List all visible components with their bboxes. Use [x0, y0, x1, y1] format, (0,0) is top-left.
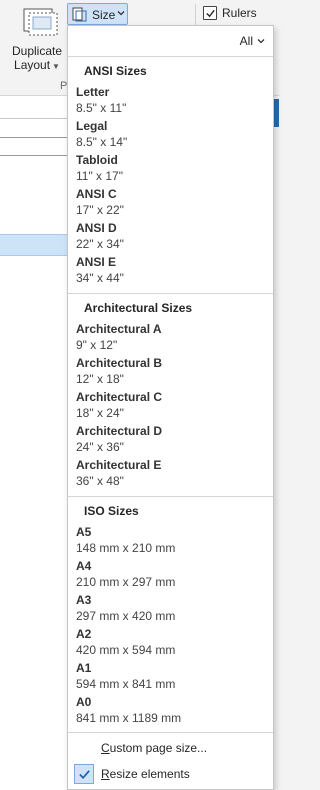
- size-button[interactable]: Size: [67, 3, 128, 25]
- size-item-name: ANSI D: [76, 221, 117, 235]
- filter-label: All: [239, 34, 253, 48]
- size-item-name: Legal: [76, 119, 108, 133]
- size-item-dims: 11" x 17": [76, 169, 123, 183]
- size-item-name: Architectural D: [76, 424, 163, 438]
- size-item-name: Architectural E: [76, 458, 162, 472]
- size-item-legal[interactable]: Legal 8.5" x 14": [76, 119, 266, 153]
- size-item-ansi-d[interactable]: ANSI D 22" x 34": [76, 221, 266, 255]
- chevron-down-icon: [117, 11, 125, 16]
- size-item-dims: 17" x 22": [76, 203, 124, 217]
- size-item-dims: 148 mm x 210 mm: [76, 541, 176, 555]
- size-item-dims: 8.5" x 14": [76, 135, 128, 149]
- duplicate-label-line1: Duplicate: [11, 44, 63, 58]
- size-item-dims: 34" x 44": [76, 271, 124, 285]
- section-header-ansi: ANSI Sizes: [84, 64, 147, 78]
- size-item-name: Architectural C: [76, 390, 163, 404]
- size-item-a2[interactable]: A2 420 mm x 594 mm: [76, 627, 266, 661]
- page-size-icon: [72, 7, 87, 22]
- checkmark-icon: [79, 770, 90, 779]
- menu-filter-bar: All: [68, 26, 273, 56]
- section-header-iso: ISO Sizes: [84, 504, 139, 518]
- size-item-dims: 18" x 24": [76, 406, 124, 420]
- size-item-dims: 210 mm x 297 mm: [76, 575, 176, 589]
- size-item-name: A1: [76, 661, 92, 675]
- size-item-dims: 22" x 34": [76, 237, 124, 251]
- size-item-name: Architectural B: [76, 356, 163, 370]
- active-tab-edge[interactable]: [274, 99, 279, 127]
- size-item-a3[interactable]: A3 297 mm x 420 mm: [76, 593, 266, 627]
- size-item-letter[interactable]: Letter 8.5" x 11": [76, 85, 266, 119]
- content-pane: [0, 96, 67, 790]
- menu-divider: [68, 496, 273, 497]
- size-item-a1[interactable]: A1 594 mm x 841 mm: [76, 661, 266, 695]
- menu-divider: [68, 732, 273, 733]
- rulers-label: Rulers: [222, 6, 257, 20]
- size-item-dims: 297 mm x 420 mm: [76, 609, 176, 623]
- size-item-name: Tabloid: [76, 153, 118, 167]
- size-item-dims: 420 mm x 594 mm: [76, 643, 176, 657]
- rulers-checkbox-box[interactable]: [203, 6, 217, 20]
- size-item-arch-d[interactable]: Architectural D 24" x 36": [76, 424, 266, 458]
- size-item-tabloid[interactable]: Tabloid 11" x 17": [76, 153, 266, 187]
- size-item-name: Architectural A: [76, 322, 162, 336]
- size-item-name: ANSI C: [76, 187, 117, 201]
- page-size-dropdown: All ANSI Sizes Letter 8.5" x 11" Legal 8…: [67, 25, 274, 790]
- menu-divider: [68, 56, 273, 57]
- size-item-dims: 594 mm x 841 mm: [76, 677, 176, 691]
- size-item-dims: 36" x 48": [76, 474, 124, 488]
- access-key: R: [101, 767, 110, 781]
- size-item-arch-b[interactable]: Architectural B 12" x 18": [76, 356, 266, 390]
- size-item-name: Letter: [76, 85, 110, 99]
- size-item-dims: 9" x 12": [76, 338, 118, 352]
- size-item-a4[interactable]: A4 210 mm x 297 mm: [76, 559, 266, 593]
- menu-divider: [68, 293, 273, 294]
- size-item-ansi-c[interactable]: ANSI C 17" x 22": [76, 187, 266, 221]
- resize-elements-label: Resize elements: [101, 767, 190, 781]
- custom-page-size-label: Custom page size...: [101, 741, 207, 755]
- size-item-name: A2: [76, 627, 92, 641]
- checkmark-icon: [206, 9, 215, 18]
- duplicate-layout-button[interactable]: Duplicate Layout ▼: [6, 4, 68, 72]
- custom-page-size-item[interactable]: Custom page size...: [68, 735, 273, 761]
- size-item-name: A0: [76, 695, 92, 709]
- size-item-name: ANSI E: [76, 255, 117, 269]
- custom-page-size-text: ustom page size...: [109, 741, 208, 755]
- duplicate-label-line2: Layout: [14, 58, 51, 72]
- size-item-name: A3: [76, 593, 92, 607]
- chevron-down-icon: ▼: [52, 62, 60, 71]
- access-key: C: [101, 741, 110, 755]
- pane-divider: [0, 118, 67, 119]
- size-item-dims: 841 mm x 1189 mm: [76, 711, 182, 725]
- size-item-dims: 8.5" x 11": [76, 101, 127, 115]
- filter-dropdown[interactable]: All: [239, 34, 265, 48]
- size-item-arch-c[interactable]: Architectural C 18" x 24": [76, 390, 266, 424]
- size-label: Size: [92, 8, 116, 22]
- pane-search-field[interactable]: [0, 137, 67, 156]
- resize-elements-item[interactable]: Resize elements: [68, 761, 273, 787]
- size-item-a5[interactable]: A5 148 mm x 210 mm: [76, 525, 266, 559]
- duplicate-layout-icon: [23, 8, 58, 36]
- size-item-name: A5: [76, 525, 92, 539]
- size-item-a0[interactable]: A0 841 mm x 1189 mm: [76, 695, 266, 729]
- size-item-arch-e[interactable]: Architectural E 36" x 48": [76, 458, 266, 492]
- chevron-down-icon: [257, 39, 265, 44]
- size-item-name: A4: [76, 559, 92, 573]
- size-item-ansi-e[interactable]: ANSI E 34" x 44": [76, 255, 266, 289]
- size-item-arch-a[interactable]: Architectural A 9" x 12": [76, 322, 266, 356]
- resize-elements-text: esize elements: [109, 767, 190, 781]
- right-edge-strip: [274, 96, 279, 790]
- resize-elements-check[interactable]: [74, 764, 94, 784]
- section-header-architectural: Architectural Sizes: [84, 301, 193, 315]
- pane-selected-row[interactable]: [0, 234, 67, 256]
- size-item-dims: 12" x 18": [76, 372, 124, 386]
- size-item-dims: 24" x 36": [76, 440, 124, 454]
